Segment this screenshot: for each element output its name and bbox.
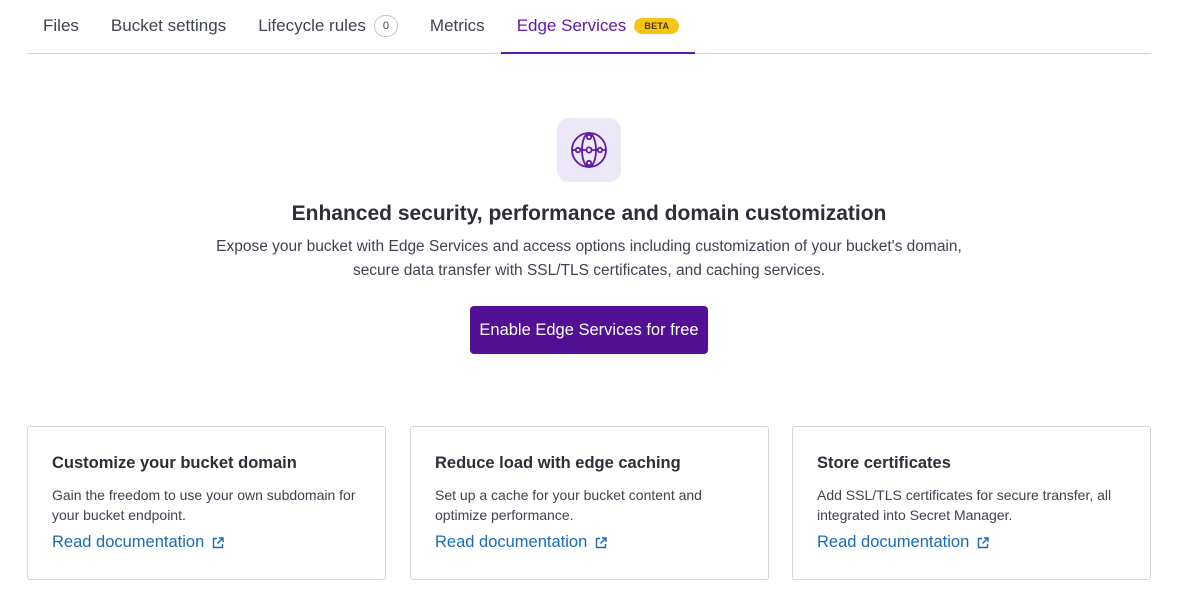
globe-network-icon bbox=[557, 118, 621, 182]
tab-bucket-settings[interactable]: Bucket settings bbox=[95, 0, 242, 53]
read-documentation-link[interactable]: Read documentation bbox=[435, 533, 607, 552]
feature-card-certificates: Store certificates Add SSL/TLS certifica… bbox=[792, 426, 1151, 580]
tab-label: Files bbox=[43, 16, 79, 35]
tab-label: Lifecycle rules bbox=[258, 16, 366, 35]
tab-lifecycle-rules[interactable]: Lifecycle rules 0 bbox=[242, 0, 414, 53]
hero-description: Expose your bucket with Edge Services an… bbox=[190, 235, 988, 283]
tab-files[interactable]: Files bbox=[27, 0, 95, 53]
feature-card-edge-caching: Reduce load with edge caching Set up a c… bbox=[410, 426, 769, 580]
enable-edge-services-button[interactable]: Enable Edge Services for free bbox=[470, 306, 708, 354]
lifecycle-count-badge: 0 bbox=[373, 15, 398, 37]
external-link-icon bbox=[977, 536, 989, 549]
hero-description-line-1: Expose your bucket with Edge Services an… bbox=[216, 238, 962, 255]
card-description: Set up a cache for your bucket content a… bbox=[435, 487, 702, 523]
external-link-icon bbox=[212, 536, 224, 549]
hero-title: Enhanced security, performance and domai… bbox=[291, 202, 887, 225]
read-documentation-link[interactable]: Read documentation bbox=[52, 533, 224, 552]
external-link-icon bbox=[595, 536, 607, 549]
link-label: Read documentation bbox=[52, 533, 205, 551]
tab-edge-services[interactable]: Edge Services BETA bbox=[500, 0, 696, 54]
card-title: Reduce load with edge caching bbox=[435, 454, 681, 472]
tab-label: Bucket settings bbox=[110, 16, 227, 35]
tab-bar: Files Bucket settings Lifecycle rules 0 … bbox=[27, 0, 1151, 54]
link-label: Read documentation bbox=[817, 533, 970, 551]
card-title: Store certificates bbox=[817, 454, 951, 472]
feature-card-custom-domain: Customize your bucket domain Gain the fr… bbox=[27, 426, 386, 580]
read-documentation-link[interactable]: Read documentation bbox=[817, 533, 989, 552]
card-description: Add SSL/TLS certificates for secure tran… bbox=[817, 487, 1112, 523]
tab-metrics[interactable]: Metrics bbox=[414, 0, 501, 53]
tab-label: Metrics bbox=[429, 16, 485, 35]
beta-badge: BETA bbox=[634, 18, 680, 34]
tab-label: Edge Services bbox=[516, 16, 627, 35]
hero-description-line-2: secure data transfer with SSL/TLS certif… bbox=[352, 262, 826, 279]
card-title: Customize your bucket domain bbox=[52, 454, 297, 472]
link-label: Read documentation bbox=[435, 533, 588, 551]
card-description: Gain the freedom to use your own subdoma… bbox=[52, 487, 356, 523]
